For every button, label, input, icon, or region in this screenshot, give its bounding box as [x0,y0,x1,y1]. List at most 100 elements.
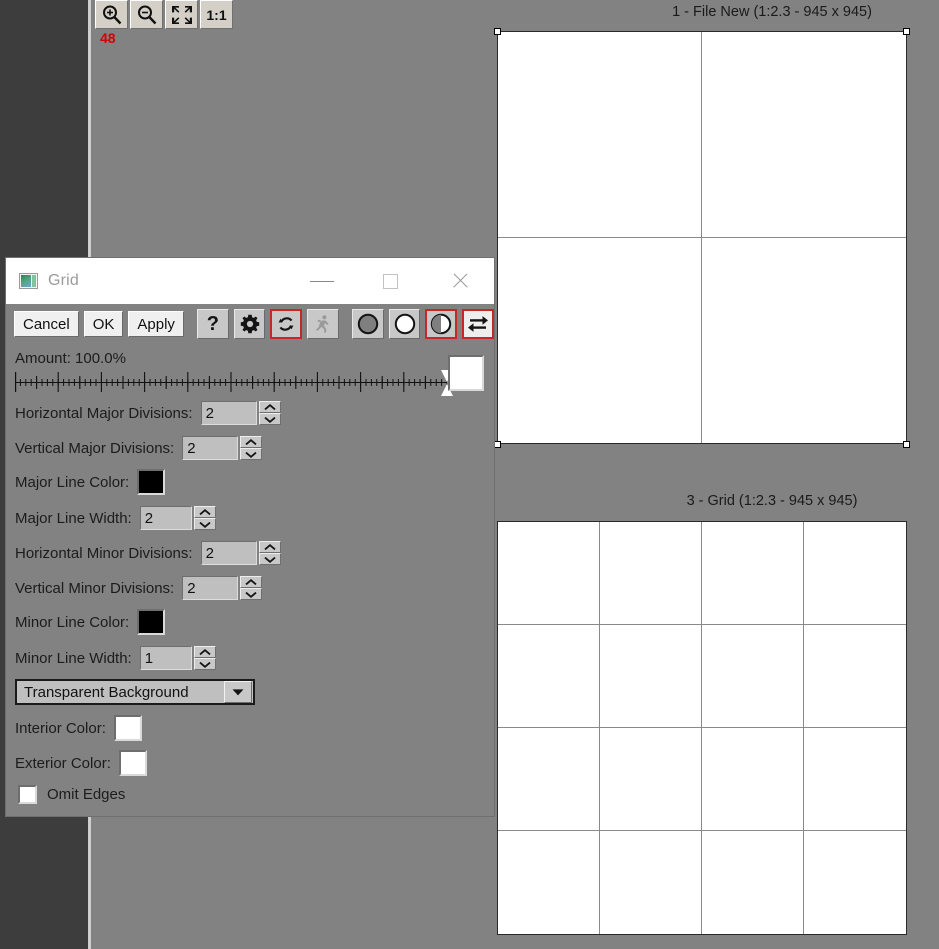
selection-handle-bottom-right[interactable] [903,441,910,448]
exterior-color-label: Exterior Color: [15,755,111,772]
maximize-button[interactable] [356,258,425,304]
preview-cell [498,625,600,728]
vertical-minor-divisions-input[interactable]: 2 [182,576,238,600]
amount-slider[interactable] [15,370,447,396]
settings-button[interactable] [234,309,266,339]
preview-image-2[interactable] [497,521,907,935]
vertical-minor-divisions-label: Vertical Minor Divisions: [15,580,174,597]
actual-size-label: 1:1 [206,7,226,23]
vertical-major-divisions-spinner: 2 [182,436,262,460]
stepper-down-button[interactable] [194,658,216,670]
preview-cell [600,625,702,728]
row-vertical-major-divisions: Vertical Major Divisions: 2 [15,436,262,460]
dialog-titlebar[interactable]: Grid [6,258,494,304]
image-thumbnail-icon [19,273,38,289]
row-horizontal-major-divisions: Horizontal Major Divisions: 2 [15,401,281,425]
preview-cell [702,238,906,444]
close-button[interactable] [425,258,494,304]
half-filled-circle-icon [430,313,452,335]
top-toolbar: 1:1 [95,0,233,29]
fit-to-window-button[interactable] [165,0,198,29]
stepper-down-button[interactable] [259,553,281,565]
preview-cell [600,522,702,625]
row-interior-color: Interior Color: [15,716,142,740]
ok-button[interactable]: OK [84,311,124,337]
major-line-color-swatch[interactable] [137,469,165,495]
preview-cell [804,831,906,934]
exterior-color-swatch[interactable] [119,750,147,776]
window-controls [287,258,494,304]
minimize-button[interactable] [287,258,356,304]
vertical-minor-divisions-spinner: 2 [182,576,262,600]
chevron-up-icon [199,509,211,516]
minor-line-width-label: Minor Line Width: [15,650,132,667]
help-button[interactable]: ? [197,309,229,339]
close-icon [451,272,469,290]
horizontal-major-divisions-input[interactable]: 2 [201,401,257,425]
stepper-up-button[interactable] [240,436,262,448]
half-circle-button[interactable] [425,309,457,339]
horizontal-minor-divisions-spinner: 2 [201,541,281,565]
vertical-major-divisions-input[interactable]: 2 [182,436,238,460]
chevron-down-icon [264,556,276,563]
preview-title-2: 3 - Grid (1:2.3 - 945 x 945) [612,493,932,509]
amount-color-swatch[interactable] [448,355,484,391]
preview-cell [804,625,906,728]
grid-dialog: Grid Cancel OK Apply ? [6,258,494,816]
zoom-out-button[interactable] [130,0,163,29]
background-mode-select[interactable]: Transparent Background [15,679,255,705]
preview-cell [702,32,906,238]
stepper-up-button[interactable] [240,576,262,588]
vertical-major-divisions-stepper [240,436,262,460]
preview-cell [600,728,702,831]
chevron-up-icon [264,544,276,551]
minor-line-width-input[interactable]: 1 [140,646,192,670]
stepper-up-button[interactable] [194,646,216,658]
refresh-cycle-icon [276,314,296,334]
run-button[interactable] [307,309,339,339]
swap-button[interactable] [462,309,494,339]
stepper-up-button[interactable] [194,506,216,518]
major-line-width-input[interactable]: 2 [140,506,192,530]
empty-circle-button[interactable] [389,309,421,339]
omit-edges-checkbox[interactable] [18,785,37,804]
selection-handle-top-right[interactable] [903,28,910,35]
preview-cell [498,238,702,444]
chevron-down-icon[interactable] [224,681,252,703]
apply-button[interactable]: Apply [128,311,184,337]
stepper-down-button[interactable] [194,518,216,530]
row-omit-edges: Omit Edges [18,785,125,804]
preview-cell [498,522,600,625]
preview-cell [804,522,906,625]
minor-line-width-spinner: 1 [140,646,216,670]
selection-handle-bottom-left[interactable] [494,441,501,448]
chevron-up-icon [264,404,276,411]
chevron-down-icon [245,451,257,458]
actual-size-button[interactable]: 1:1 [200,0,233,29]
preview-title-1: 1 - File New (1:2.3 - 945 x 945) [612,4,932,20]
major-line-width-label: Major Line Width: [15,510,132,527]
swap-arrows-icon [467,314,489,334]
stepper-up-button[interactable] [259,401,281,413]
interior-color-swatch[interactable] [114,715,142,741]
row-minor-line-color: Minor Line Color: [15,610,165,634]
stepper-down-button[interactable] [240,448,262,460]
maximize-icon [383,274,398,289]
horizontal-minor-divisions-input[interactable]: 2 [201,541,257,565]
zoom-out-icon [136,4,158,26]
auto-refresh-button[interactable] [270,309,302,339]
stepper-up-button[interactable] [259,541,281,553]
filled-circle-button[interactable] [352,309,384,339]
minor-line-color-swatch[interactable] [137,609,165,635]
selection-handle-top-left[interactable] [494,28,501,35]
stepper-down-button[interactable] [240,588,262,600]
zoom-in-button[interactable] [95,0,128,29]
preview-image-1[interactable] [497,31,907,444]
preview-cell [804,728,906,831]
chevron-up-icon [245,579,257,586]
row-major-line-width: Major Line Width: 2 [15,506,216,530]
chevron-down-icon [199,521,211,528]
stepper-down-button[interactable] [259,413,281,425]
question-mark-icon: ? [207,313,219,336]
cancel-button[interactable]: Cancel [14,311,79,337]
